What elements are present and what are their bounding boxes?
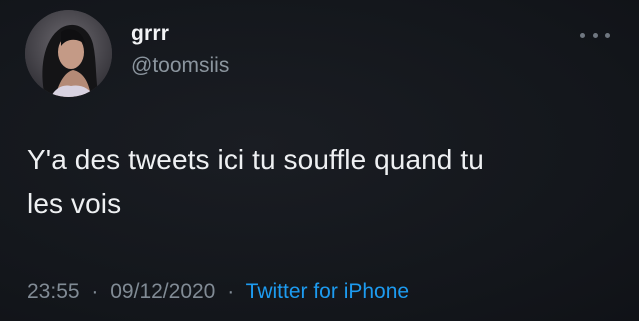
tweet-card: grrr @toomsiis Y'a des tweets ici tu sou… [0, 0, 639, 321]
tweet-text-line: Y'a des tweets ici tu souffle quand tu [27, 144, 484, 175]
tweet-text-line: les vois [27, 188, 122, 219]
more-horizontal-icon[interactable] [580, 29, 610, 41]
display-name[interactable]: grrr [131, 22, 169, 46]
more-dot [605, 32, 610, 38]
user-handle[interactable]: @toomsiis [131, 54, 229, 78]
avatar-image [25, 10, 112, 97]
avatar[interactable] [25, 10, 112, 97]
tweet-time[interactable]: 23:55 [27, 280, 80, 303]
meta-separator: · [91, 280, 99, 303]
more-dot [580, 32, 585, 38]
meta-separator: · [227, 280, 235, 303]
tweet-source-link[interactable]: Twitter for iPhone [246, 280, 409, 303]
tweet-meta: 23:55 · 09/12/2020 · Twitter for iPhone [27, 280, 409, 304]
tweet-text: Y'a des tweets ici tu souffle quand tu l… [27, 138, 617, 226]
tweet-date[interactable]: 09/12/2020 [110, 280, 215, 303]
more-dot [592, 32, 598, 38]
